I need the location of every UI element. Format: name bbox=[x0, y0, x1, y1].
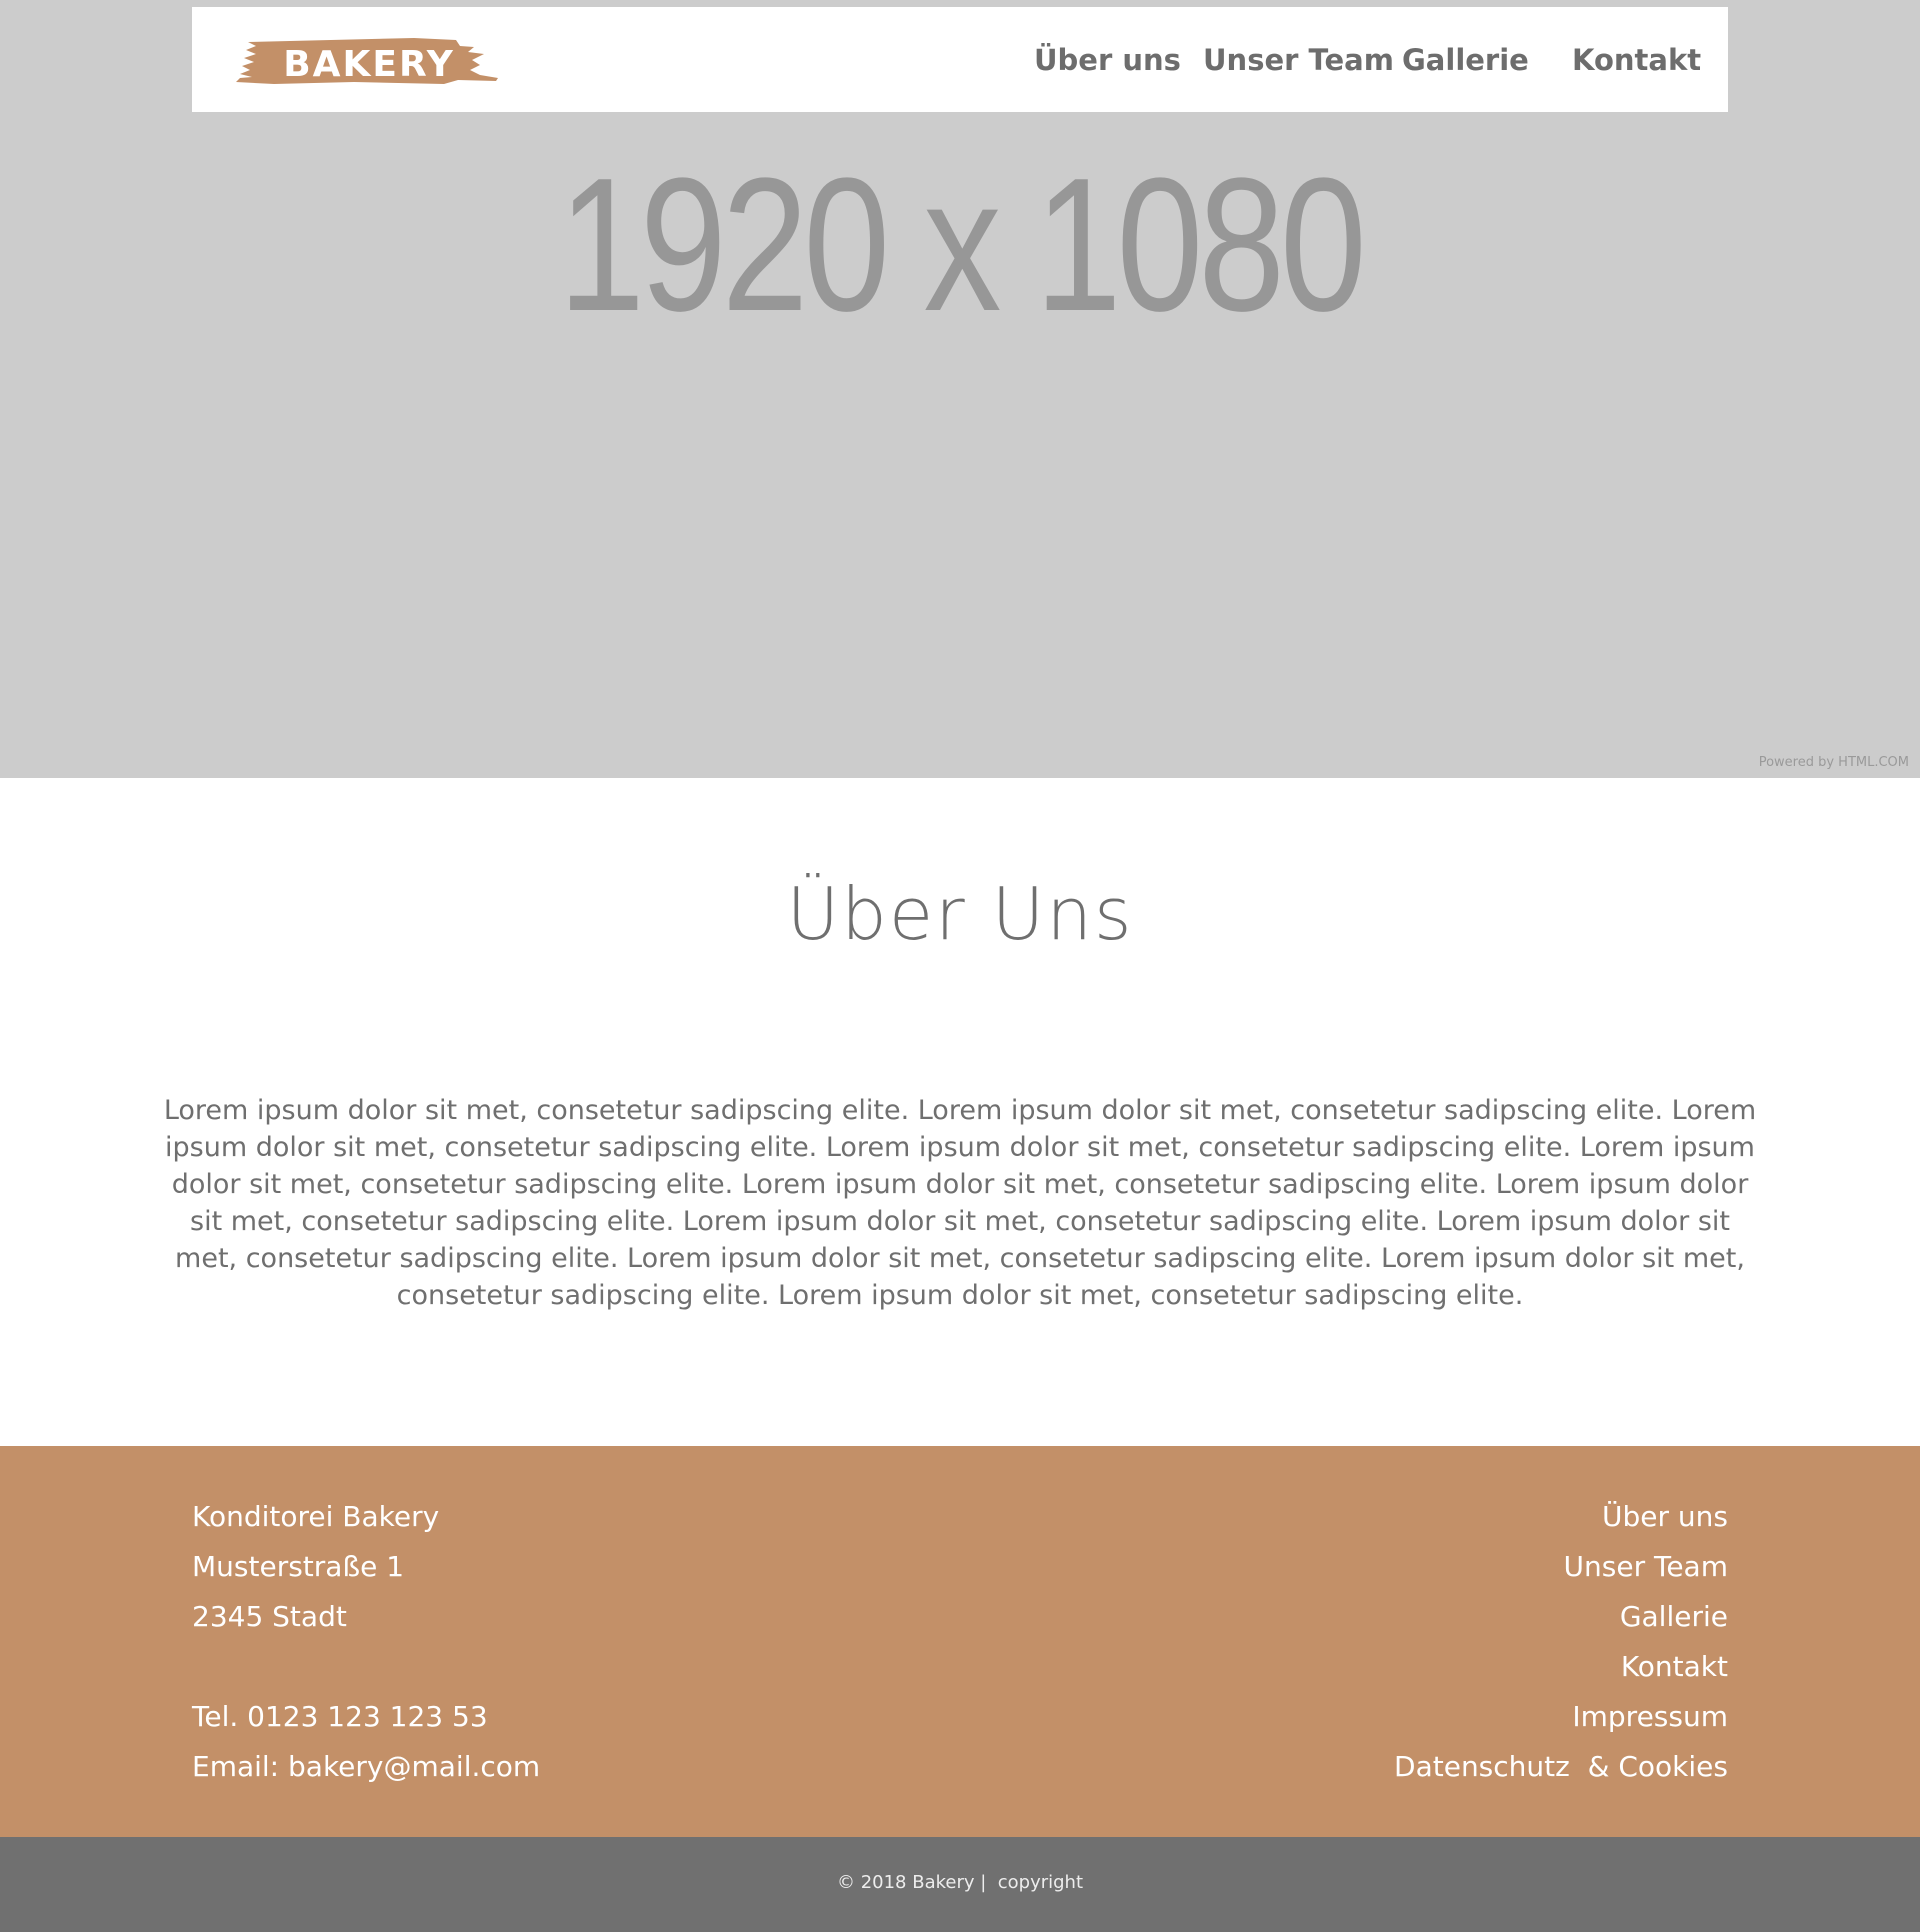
about-text: Lorem ipsum dolor sit met, consetetur sa… bbox=[163, 1095, 1757, 1311]
footer-link-unser-team[interactable]: Unser Team bbox=[1028, 1542, 1728, 1592]
footer-link-kontakt[interactable]: Kontakt bbox=[1028, 1642, 1728, 1692]
bakery-logo[interactable]: BAKERY bbox=[234, 34, 504, 94]
hero-placeholder-text: 1920 x 1080 bbox=[558, 139, 1366, 351]
about-title: Über Uns bbox=[786, 872, 1134, 956]
footer-nav: Über uns Unser Team Gallerie Kontakt Imp… bbox=[1028, 1492, 1728, 1792]
nav-kontakt[interactable]: Kontakt bbox=[1572, 43, 1701, 77]
footer-spacer bbox=[192, 1642, 892, 1692]
copyright-text: © 2018 Bakery | copyright bbox=[836, 1872, 1084, 1893]
footer-link-gallerie[interactable]: Gallerie bbox=[1028, 1592, 1728, 1642]
email-address[interactable]: Email: bakery@mail.com bbox=[192, 1742, 892, 1792]
logo-text: BAKERY bbox=[283, 44, 455, 85]
footer-link-datenschutz[interactable]: Datenschutz & Cookies bbox=[1028, 1742, 1728, 1792]
footer-link-ueber-uns[interactable]: Über uns bbox=[1028, 1492, 1728, 1542]
footer-address: Konditorei Bakery Musterstraße 1 2345 St… bbox=[192, 1492, 892, 1792]
powered-by-label: Powered by HTML.COM bbox=[1758, 755, 1909, 770]
hero-banner: 1920 x 1080 Powered by HTML.COM bbox=[0, 0, 1920, 778]
street-address: Musterstraße 1 bbox=[192, 1550, 405, 1583]
site-footer: Konditorei Bakery Musterstraße 1 2345 St… bbox=[0, 1446, 1920, 1837]
site-header: BAKERY Über uns Unser Team Gallerie Kont… bbox=[192, 7, 1728, 112]
nav-unser-team[interactable]: Unser Team bbox=[1203, 43, 1394, 77]
copyright-bar: © 2018 Bakery | copyright bbox=[0, 1837, 1920, 1932]
company-name: Konditorei Bakery bbox=[192, 1500, 440, 1533]
nav-gallerie[interactable]: Gallerie bbox=[1402, 43, 1529, 77]
nav-ueber-uns[interactable]: Über uns bbox=[1034, 43, 1181, 77]
footer-link-impressum[interactable]: Impressum bbox=[1028, 1692, 1728, 1742]
city-address: 2345 Stadt bbox=[192, 1600, 347, 1633]
phone-number: Tel. 0123 123 123 53 bbox=[192, 1700, 488, 1733]
